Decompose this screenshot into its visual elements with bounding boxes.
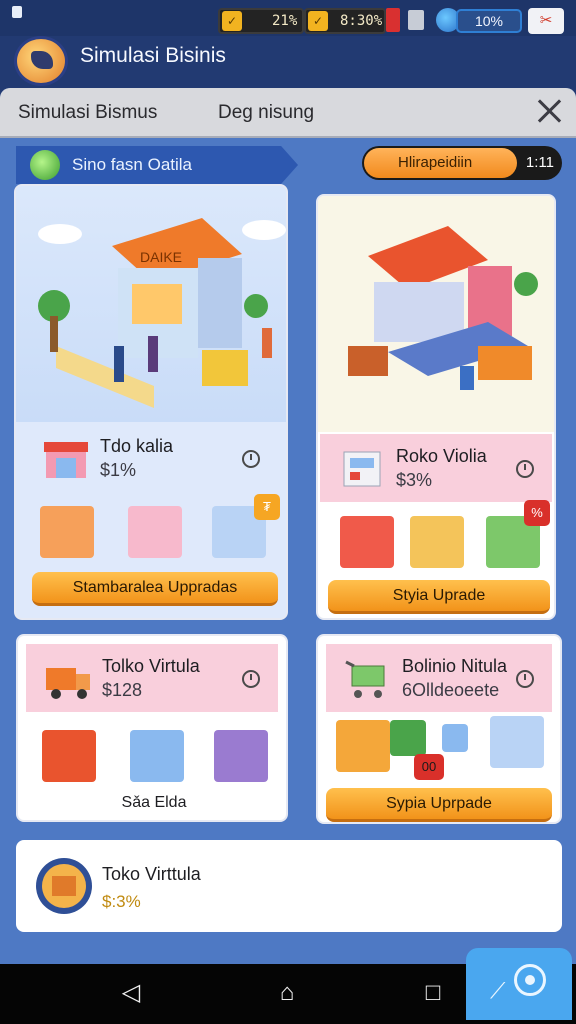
shop-scene-b xyxy=(318,196,554,432)
card-c-info-row: Tolko Virtula $128 xyxy=(26,644,278,712)
lock-icon xyxy=(12,6,22,18)
mini-stall-icon xyxy=(340,516,394,568)
shop-scene-a: DAIKE xyxy=(16,186,286,422)
timer-icon xyxy=(242,450,260,468)
business-card-d[interactable]: Bolinio Nitula 6Olldeoeete 00 Sypia Uprp… xyxy=(316,634,562,824)
storefront-illustration-a: DAIKE xyxy=(38,218,286,408)
business-card-e[interactable]: Toko Virttula $:3% xyxy=(16,840,562,932)
stat-pill-2: ✓ 8:30% xyxy=(304,8,386,34)
tab-bar: Simulasi Bismus Deg nisung xyxy=(0,88,576,138)
mini-van-icon xyxy=(214,730,268,782)
main-panel: Simulasi Bismus Deg nisung Sino fasn Oat… xyxy=(0,88,576,964)
card-e-value: $:3% xyxy=(102,892,141,911)
close-icon[interactable] xyxy=(536,98,562,124)
ribbon-label: Sino fasn Oatila xyxy=(72,155,193,174)
business-card-a[interactable]: DAIKE Tdo kalia $1% ₮ Stambaralea Upprad… xyxy=(14,184,288,620)
truck-icon xyxy=(46,668,90,699)
battery-indicator: 10% xyxy=(456,9,522,33)
market-illustration-b xyxy=(348,226,538,390)
stat-pill-1: ✓ 21% xyxy=(218,8,304,34)
mini-kiosk-icon xyxy=(128,506,182,558)
arrow-icon: ⟋ xyxy=(490,978,506,1003)
card-a-value: $1% xyxy=(100,460,137,480)
mini-box-icon xyxy=(442,724,468,752)
card-b-value: $3% xyxy=(396,470,433,490)
mini-plant-cart-icon xyxy=(390,720,426,756)
stat-1-value: 21% xyxy=(272,13,298,29)
progress-counter: 1:11 xyxy=(525,154,554,171)
card-e-title: Toko Virttula xyxy=(102,864,201,884)
discount-badge: % xyxy=(524,500,550,526)
card-d-title: Bolinio Nitula xyxy=(402,656,508,676)
business-card-c[interactable]: Tolko Virtula $128 Sǎa Elda xyxy=(16,634,288,822)
mini-booth-icon xyxy=(130,730,184,782)
upgrade-button-a[interactable]: Stambaralea Uppradas xyxy=(32,572,278,606)
upgrade-badge: ₮ xyxy=(254,494,280,520)
tab-business[interactable]: Deg nisung xyxy=(218,102,314,124)
progress-bar: Hlirapeidiin 1:11 xyxy=(362,146,562,180)
app-header: Simulasi Bisinis xyxy=(0,36,576,88)
progress-label: Hlirapeidiin xyxy=(398,154,473,171)
card-c-footer: Sǎa Elda xyxy=(121,794,187,811)
assistant-button[interactable]: ⟋ xyxy=(466,948,572,1020)
timer-icon xyxy=(242,670,260,688)
timer-icon xyxy=(516,670,534,688)
business-card-b[interactable]: Roko Violia $3% % Styia Uprade xyxy=(316,194,556,620)
mini-cart-icon xyxy=(410,516,464,568)
assistant-icon xyxy=(514,964,546,996)
card-c-title: Tolko Virtula xyxy=(102,656,200,676)
check-icon: ✓ xyxy=(308,11,328,31)
home-icon[interactable]: ⌂ xyxy=(272,978,302,1008)
upgrade-button-d[interactable]: Sypia Uprpade xyxy=(326,788,552,822)
status-bar: ✓ 21% ✓ 8:30% 10% ✂ xyxy=(0,0,576,36)
bolt-icon: ✓ xyxy=(222,11,242,31)
recents-icon[interactable]: □ xyxy=(418,978,448,1008)
tab-simulation[interactable]: Simulasi Bismus xyxy=(18,102,157,124)
back-icon[interactable]: ◁ xyxy=(116,978,146,1008)
card-d-value: 6Olldeoeete xyxy=(402,680,500,700)
timer-icon xyxy=(516,460,534,478)
atm-icon xyxy=(343,451,381,487)
card-b-info-row: Roko Violia $3% xyxy=(320,434,552,502)
ribbon-badge-icon xyxy=(30,150,60,180)
card-a-title: Tdo kalia xyxy=(100,436,174,456)
sim-icon xyxy=(408,10,424,30)
card-d-info-row: Bolinio Nitula 6Olldeoeete xyxy=(326,644,552,712)
card-a-info-row: Tdo kalia $1% xyxy=(24,424,278,492)
count-badge: 00 xyxy=(414,754,444,780)
coin-shop-icon xyxy=(36,858,92,914)
mini-board-icon xyxy=(490,716,544,768)
card-b-title: Roko Violia xyxy=(396,446,487,466)
alert-icon xyxy=(386,8,400,32)
app-title: Simulasi Bisinis xyxy=(80,44,226,67)
upgrade-button-b[interactable]: Styia Uprade xyxy=(328,580,550,614)
mini-foodcart-icon xyxy=(42,730,96,782)
shop-thumb-icon xyxy=(44,442,88,478)
stat-2-value: 8:30% xyxy=(340,13,383,29)
section-ribbon: Sino fasn Oatila xyxy=(16,146,298,184)
app-logo-icon xyxy=(14,36,68,86)
mini-shop-icon xyxy=(40,506,94,558)
shopping-cart-icon xyxy=(345,660,385,698)
shop-sign-a: DAIKE xyxy=(140,249,182,265)
settings-tool-icon[interactable]: ✂ xyxy=(528,8,564,34)
mini-counter-icon xyxy=(336,720,390,772)
card-c-value: $128 xyxy=(102,680,143,700)
